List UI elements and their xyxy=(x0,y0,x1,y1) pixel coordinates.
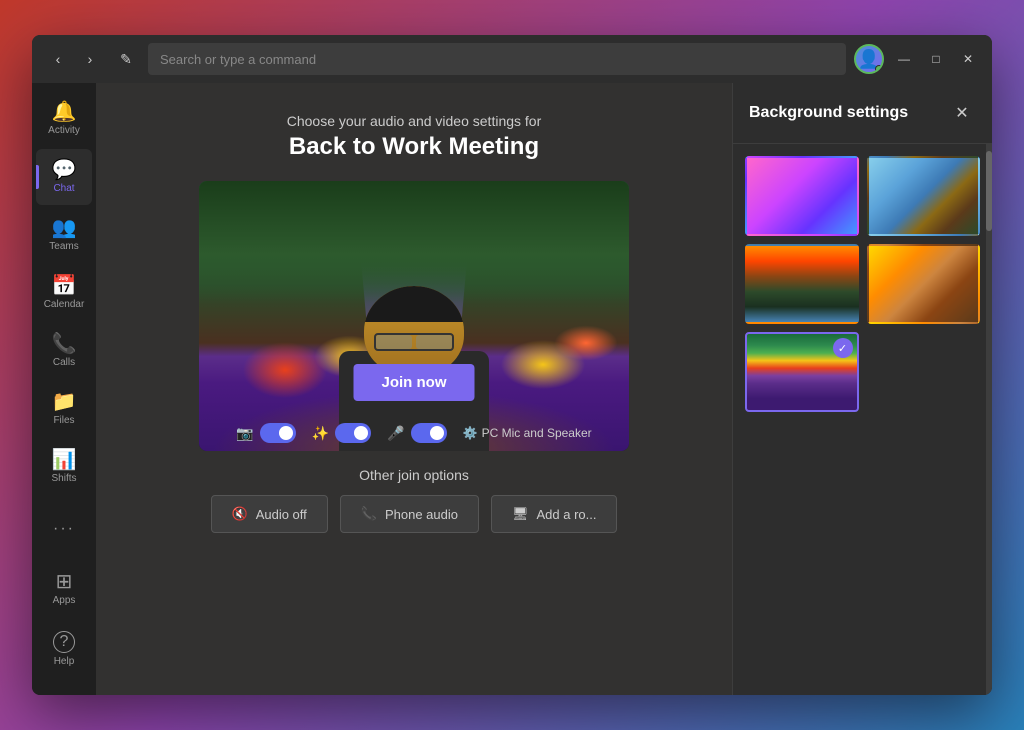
bg-settings-header: Background settings ✕ xyxy=(733,83,992,144)
other-join-options: Other join options 🔇 Audio off 📞 Phone a… xyxy=(191,451,638,549)
help-icon: ? xyxy=(53,631,75,653)
add-room-icon: 🖥 xyxy=(512,506,529,522)
audio-device-selector[interactable]: ⚙️ PC Mic and Speaker xyxy=(463,426,592,440)
content-area: Choose your audio and video settings for… xyxy=(96,83,732,695)
effects-control-group: ✨ xyxy=(312,423,371,443)
sidebar-label-chat: Chat xyxy=(53,183,74,194)
mic-toggle[interactable] xyxy=(411,423,447,443)
bg-thumbnail-3[interactable] xyxy=(745,244,859,324)
bg-thumbnail-5[interactable]: ✓ xyxy=(745,332,859,412)
video-background xyxy=(199,181,629,451)
sidebar-item-activity[interactable]: 🔔 Activity xyxy=(36,91,92,147)
sidebar-item-apps[interactable]: ⊞ Apps xyxy=(36,561,92,617)
calls-icon: 📞 xyxy=(52,334,77,354)
bg-thumbnail-2[interactable] xyxy=(867,156,981,236)
bg-settings-title: Background settings xyxy=(749,104,908,122)
sidebar-item-more[interactable]: ··· xyxy=(36,501,92,557)
forward-button[interactable]: › xyxy=(76,45,104,73)
bg-thumb-inner-4 xyxy=(869,246,979,322)
scroll-thumb[interactable] xyxy=(986,151,992,231)
join-now-button[interactable]: Join now xyxy=(354,364,475,401)
calendar-icon: 📅 xyxy=(52,276,77,296)
sidebar-label-calendar: Calendar xyxy=(44,299,85,310)
glass-left xyxy=(376,335,412,349)
maximize-button[interactable]: □ xyxy=(924,47,948,71)
person-head xyxy=(364,286,464,376)
sidebar-item-help[interactable]: ? Help xyxy=(36,621,92,677)
sidebar-label-calls: Calls xyxy=(53,357,75,368)
other-options-title: Other join options xyxy=(211,467,618,483)
video-toggle[interactable] xyxy=(260,423,296,443)
sidebar-item-calendar[interactable]: 📅 Calendar xyxy=(36,265,92,321)
sidebar-label-apps: Apps xyxy=(53,595,76,606)
person-hair xyxy=(364,286,464,322)
phone-audio-button[interactable]: 📞 Phone audio xyxy=(340,495,479,533)
background-grid: ✓ xyxy=(733,144,992,424)
controls-bar: 📷 ✨ 🎤 ⚙️ PC Mic and xyxy=(199,423,629,443)
apps-icon: ⊞ xyxy=(56,572,73,592)
person-glasses xyxy=(374,333,454,351)
prejoin-title: Back to Work Meeting xyxy=(289,133,539,161)
sidebar-item-teams[interactable]: 👥 Teams xyxy=(36,207,92,263)
main-area: 🔔 Activity 💬 Chat 👥 Teams 📅 Calendar 📞 C… xyxy=(32,83,992,695)
audio-device-label: PC Mic and Speaker xyxy=(482,426,592,440)
files-icon: 📁 xyxy=(52,392,77,412)
effects-toggle[interactable] xyxy=(335,423,371,443)
audio-off-button[interactable]: 🔇 Audio off xyxy=(211,495,328,533)
sidebar-item-calls[interactable]: 📞 Calls xyxy=(36,323,92,379)
bg-thumb-inner-2 xyxy=(869,158,979,234)
glass-right xyxy=(416,335,452,349)
bg-settings-close-button[interactable]: ✕ xyxy=(948,99,976,127)
title-bar: ‹ › ✎ 👤 — □ ✕ xyxy=(32,35,992,83)
audio-off-label: Audio off xyxy=(256,507,307,522)
sidebar-label-teams: Teams xyxy=(49,241,78,252)
prejoin-screen: Choose your audio and video settings for… xyxy=(96,83,732,695)
minimize-button[interactable]: — xyxy=(892,47,916,71)
compose-button[interactable]: ✎ xyxy=(112,45,140,73)
add-room-label: Add a ro... xyxy=(537,507,597,522)
nav-buttons: ‹ › xyxy=(44,45,104,73)
scroll-track xyxy=(986,143,992,695)
selected-check-icon: ✓ xyxy=(833,338,853,358)
chat-icon: 💬 xyxy=(52,160,77,180)
back-button[interactable]: ‹ xyxy=(44,45,72,73)
status-indicator xyxy=(875,65,883,73)
sidebar-label-files: Files xyxy=(53,415,74,426)
video-preview: Join now 📷 ✨ 🎤 xyxy=(199,181,629,451)
camera-icon: 📷 xyxy=(236,425,253,442)
sidebar-label-help: Help xyxy=(54,656,75,667)
sidebar-item-shifts[interactable]: 📊 Shifts xyxy=(36,439,92,495)
sidebar: 🔔 Activity 💬 Chat 👥 Teams 📅 Calendar 📞 C… xyxy=(32,83,96,695)
window-controls: 👤 — □ ✕ xyxy=(854,44,980,74)
background-settings-panel: Background settings ✕ ✓ xyxy=(732,83,992,695)
shifts-icon: 📊 xyxy=(52,450,77,470)
phone-audio-label: Phone audio xyxy=(385,507,458,522)
mic-icon: 🎤 xyxy=(387,425,404,442)
close-button[interactable]: ✕ xyxy=(956,47,980,71)
audio-off-icon: 🔇 xyxy=(232,506,248,522)
sidebar-label-activity: Activity xyxy=(48,125,80,136)
bg-thumb-inner-3 xyxy=(747,246,857,322)
app-window: ‹ › ✎ 👤 — □ ✕ 🔔 Activity 💬 Chat xyxy=(32,35,992,695)
bg-thumbnail-1[interactable] xyxy=(745,156,859,236)
sidebar-item-chat[interactable]: 💬 Chat xyxy=(36,149,92,205)
search-input[interactable] xyxy=(148,43,846,75)
sidebar-item-files[interactable]: 📁 Files xyxy=(36,381,92,437)
more-icon: ··· xyxy=(53,520,75,538)
bg-thumbnail-4[interactable] xyxy=(867,244,981,324)
gear-icon: ⚙️ xyxy=(463,426,478,440)
add-room-button[interactable]: 🖥 Add a ro... xyxy=(491,495,618,533)
video-control-group: 📷 xyxy=(236,423,295,443)
activity-icon: 🔔 xyxy=(52,102,77,122)
join-option-buttons: 🔇 Audio off 📞 Phone audio 🖥 Add a ro... xyxy=(211,495,618,533)
bg-thumb-inner-1 xyxy=(747,158,857,234)
mic-control-group: 🎤 xyxy=(387,423,446,443)
effects-icon: ✨ xyxy=(312,425,329,442)
sidebar-bottom: ··· ⊞ Apps ? Help xyxy=(36,501,92,687)
avatar[interactable]: 👤 xyxy=(854,44,884,74)
sidebar-label-shifts: Shifts xyxy=(51,473,76,484)
teams-icon: 👥 xyxy=(52,218,77,238)
phone-audio-icon: 📞 xyxy=(361,506,377,522)
prejoin-subtitle: Choose your audio and video settings for xyxy=(287,113,542,129)
